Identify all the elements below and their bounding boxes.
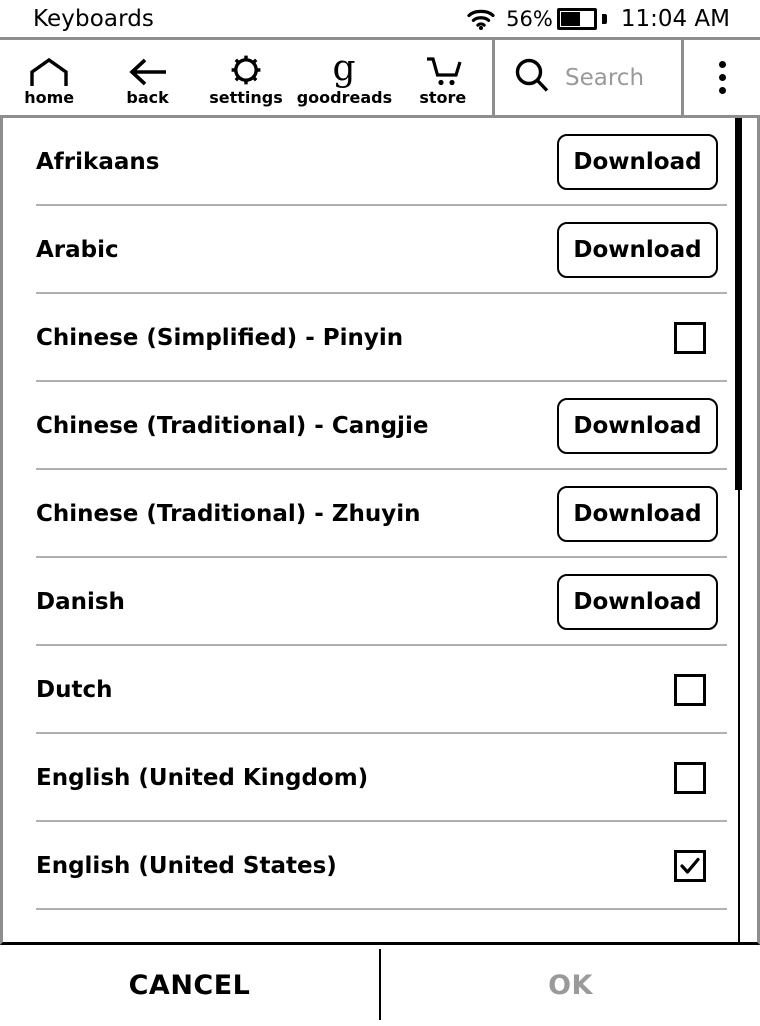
keyboard-row[interactable]: Danish Download bbox=[3, 558, 739, 646]
toolbar-items: home back settings g goodreads store bbox=[0, 40, 492, 115]
keyboard-list-panel: Afrikaans Download Arabic Download Chinese (… bbox=[0, 118, 760, 945]
keyboard-row[interactable]: Chinese (Traditional) - Cangjie Download bbox=[3, 382, 739, 470]
row-divider bbox=[36, 908, 727, 910]
toolbar-item-label: store bbox=[419, 87, 467, 107]
back-arrow-icon bbox=[127, 50, 169, 88]
download-button[interactable]: Download bbox=[557, 574, 718, 630]
keyboard-row[interactable]: Dutch bbox=[3, 646, 739, 734]
checkbox-unchecked[interactable] bbox=[674, 674, 706, 706]
shopping-cart-icon bbox=[422, 50, 464, 88]
search-input[interactable]: Search bbox=[495, 40, 681, 115]
toolbar-item-settings[interactable]: settings bbox=[197, 40, 295, 115]
keyboard-row[interactable]: Arabic Download bbox=[3, 206, 739, 294]
toolbar-item-back[interactable]: back bbox=[98, 40, 196, 115]
keyboard-row[interactable]: Chinese (Simplified) - Pinyin bbox=[3, 294, 739, 382]
search-placeholder: Search bbox=[565, 64, 645, 91]
download-button[interactable]: Download bbox=[557, 398, 718, 454]
clock-label: 11:04 AM bbox=[620, 5, 730, 32]
battery-icon bbox=[556, 7, 597, 30]
keyboard-name-label: Danish bbox=[36, 589, 125, 615]
keyboard-name-label: Arabic bbox=[36, 237, 119, 263]
goodreads-g-icon: g bbox=[329, 50, 359, 88]
battery-indicator: 56% bbox=[506, 7, 607, 31]
checkmark-icon bbox=[680, 857, 700, 874]
download-button[interactable]: Download bbox=[557, 486, 718, 542]
status-bar: Keyboards 56% 11:04 AM bbox=[0, 0, 760, 37]
toolbar-item-label: goodreads bbox=[296, 87, 393, 107]
toolbar-item-label: back bbox=[126, 87, 169, 107]
battery-cap bbox=[601, 13, 607, 24]
battery-percent-label: 56% bbox=[506, 6, 553, 31]
checkbox-unchecked[interactable] bbox=[674, 322, 706, 354]
scrollbar-thumb[interactable] bbox=[735, 118, 742, 490]
svg-text:g: g bbox=[333, 50, 356, 88]
overflow-menu-icon bbox=[718, 61, 726, 94]
toolbar-item-store[interactable]: store bbox=[394, 40, 492, 115]
toolbar: home back settings g goodreads store Sea… bbox=[0, 37, 760, 118]
keyboard-name-label: Chinese (Traditional) - Cangjie bbox=[36, 413, 429, 439]
wifi-icon bbox=[467, 8, 495, 30]
toolbar-item-home[interactable]: home bbox=[0, 40, 98, 115]
keyboard-row[interactable]: Chinese (Traditional) - Zhuyin Download bbox=[3, 470, 739, 558]
keyboard-name-label: English (United States) bbox=[36, 853, 337, 879]
search-icon bbox=[513, 57, 551, 99]
keyboard-row[interactable]: Afrikaans Download bbox=[3, 118, 739, 206]
status-indicators: 56% 11:04 AM bbox=[467, 6, 730, 32]
gear-icon bbox=[228, 50, 264, 88]
download-button[interactable]: Download bbox=[557, 134, 718, 190]
toolbar-item-goodreads[interactable]: g goodreads bbox=[295, 40, 393, 115]
download-button[interactable]: Download bbox=[557, 222, 718, 278]
keyboard-row[interactable]: English (United Kingdom) bbox=[3, 734, 739, 822]
toolbar-item-label: home bbox=[24, 87, 75, 107]
overflow-menu-button[interactable] bbox=[684, 40, 760, 115]
keyboard-list: Afrikaans Download Arabic Download Chinese (… bbox=[3, 118, 739, 910]
checkbox-unchecked[interactable] bbox=[674, 762, 706, 794]
page-title: Keyboards bbox=[33, 5, 154, 32]
checkbox-checked[interactable] bbox=[674, 850, 706, 882]
keyboard-name-label: Dutch bbox=[36, 677, 113, 703]
keyboard-row[interactable]: English (United States) bbox=[3, 822, 739, 910]
home-icon bbox=[28, 50, 70, 88]
dialog-footer: CANCEL OK bbox=[0, 945, 760, 1026]
keyboard-name-label: Chinese (Simplified) - Pinyin bbox=[36, 325, 404, 351]
keyboard-name-label: English (United Kingdom) bbox=[36, 765, 369, 791]
toolbar-item-label: settings bbox=[209, 87, 283, 107]
ok-button[interactable]: OK bbox=[381, 945, 760, 1026]
keyboard-name-label: Afrikaans bbox=[36, 149, 160, 175]
cancel-button[interactable]: CANCEL bbox=[0, 945, 379, 1026]
keyboard-name-label: Chinese (Traditional) - Zhuyin bbox=[36, 501, 421, 527]
